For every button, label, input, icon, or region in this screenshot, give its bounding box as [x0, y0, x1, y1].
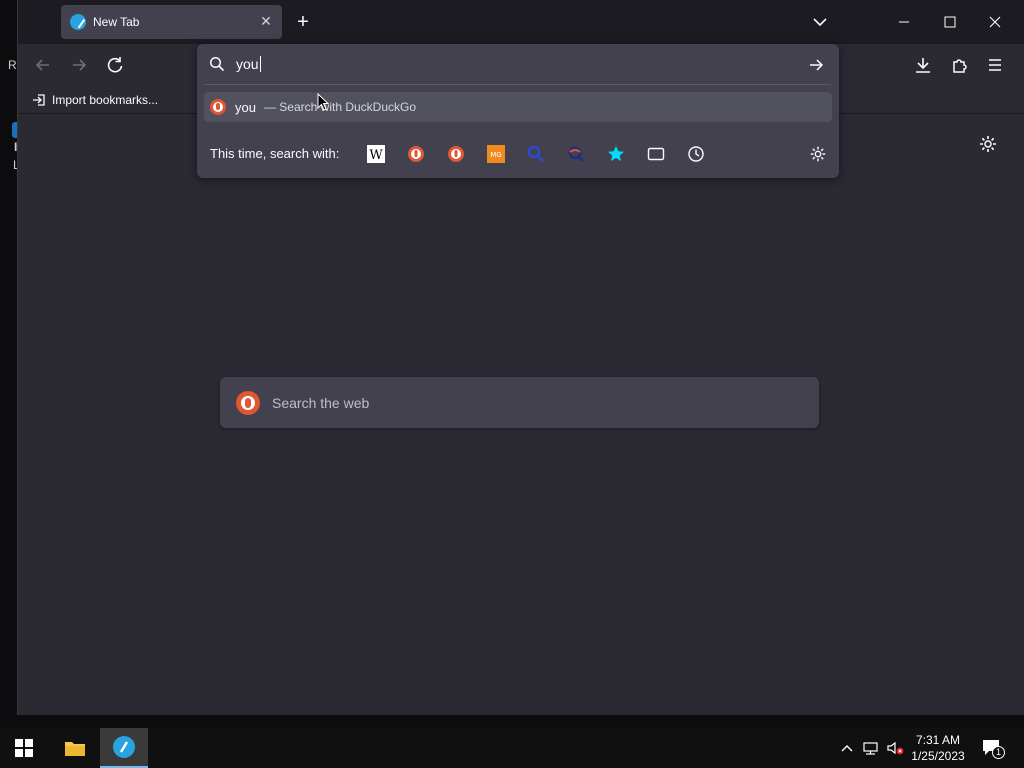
arrow-left-icon: [35, 59, 49, 71]
back-button[interactable]: [31, 53, 55, 77]
close-tab-icon[interactable]: ✕: [258, 13, 274, 29]
wikipedia-icon[interactable]: W: [367, 145, 385, 163]
search-engine-icon[interactable]: [567, 145, 585, 163]
browser-logo-icon: [113, 736, 135, 758]
volume-muted-icon[interactable]: [886, 740, 904, 756]
forward-button[interactable]: [67, 53, 91, 77]
personalize-new-tab-button[interactable]: [978, 134, 998, 154]
extensions-button[interactable]: [948, 53, 972, 77]
address-bar-dropdown: you you — Search with DuckDuckGo This ti…: [197, 44, 839, 178]
minimize-button[interactable]: [889, 8, 919, 36]
text-caret: [259, 56, 261, 72]
suggestion-action: — Search with DuckDuckGo: [263, 100, 417, 114]
show-hidden-icons-chevron-up-icon[interactable]: [838, 740, 856, 756]
desktop-edge-text: R: [8, 58, 17, 72]
search-suggestion-row[interactable]: you — Search with DuckDuckGo: [204, 92, 832, 122]
duckduckgo-icon: [236, 390, 260, 415]
reload-icon: [107, 57, 123, 73]
import-bookmarks-label: Import bookmarks...: [52, 93, 159, 107]
arrow-right-icon: [73, 59, 87, 71]
reload-button[interactable]: [103, 53, 127, 77]
address-bar-text: you: [236, 56, 261, 72]
suggestion-query: you: [235, 99, 256, 115]
hamburger-menu-icon: [989, 59, 1001, 71]
duckduckgo-icon[interactable]: [447, 145, 465, 163]
action-center-button[interactable]: 1: [980, 737, 1005, 759]
search-icon: [209, 56, 225, 72]
go-arrow-icon[interactable]: [807, 56, 825, 74]
tab-strip: New Tab ✕ +: [18, 0, 1024, 44]
new-tab-search-box[interactable]: Search the web: [220, 377, 819, 428]
svg-text:MG: MG: [490, 151, 501, 159]
divider: [205, 84, 831, 85]
network-icon[interactable]: [862, 740, 880, 756]
close-window-button[interactable]: [980, 8, 1010, 36]
folder-icon: [65, 742, 85, 756]
address-bar-value: you: [236, 56, 259, 72]
clock-date: 1/25/2023: [911, 749, 965, 763]
chevron-down-icon: [813, 18, 827, 27]
duckduckgo-icon[interactable]: [407, 145, 425, 163]
new-tab-search-placeholder: Search the web: [272, 394, 370, 411]
desktop-edge: R I L: [0, 0, 20, 716]
maximize-button[interactable]: [935, 8, 965, 36]
taskbar-clock[interactable]: 7:31 AM 1/25/2023: [905, 732, 971, 764]
bookmarks-star-icon[interactable]: [607, 145, 625, 163]
import-icon: [33, 94, 45, 106]
new-tab-page: Search the web: [18, 115, 1024, 715]
tab-title: New Tab: [93, 15, 140, 29]
puzzle-icon: [953, 59, 967, 73]
windows-logo-icon: [15, 739, 33, 757]
search-settings-gear-icon[interactable]: [809, 145, 827, 163]
address-bar-input[interactable]: you: [197, 44, 839, 84]
close-icon: [989, 16, 1001, 28]
download-icon: [916, 58, 930, 73]
mouse-cursor-icon: [317, 93, 329, 111]
tabs-icon[interactable]: [647, 145, 665, 163]
one-off-label: This time, search with:: [210, 146, 340, 161]
app-menu-button[interactable]: [983, 53, 1007, 77]
metager-icon[interactable]: MG: [487, 145, 505, 163]
history-icon[interactable]: [687, 145, 705, 163]
one-off-search-buttons: This time, search with: W MG: [197, 134, 839, 174]
search-engine-icon[interactable]: [527, 145, 545, 163]
duckduckgo-icon: [210, 99, 226, 115]
import-bookmarks-button[interactable]: Import bookmarks...: [31, 91, 158, 109]
start-button[interactable]: [0, 728, 48, 768]
minimize-icon: [899, 21, 909, 23]
notification-count: 1: [992, 746, 1005, 759]
browser-taskbar-button[interactable]: [100, 728, 148, 768]
tab-new-tab[interactable]: New Tab ✕: [61, 5, 282, 39]
browser-logo-icon: [70, 14, 86, 30]
svg-text:W: W: [369, 148, 383, 163]
clock-time: 7:31 AM: [915, 733, 961, 747]
file-explorer-taskbar-button[interactable]: [51, 728, 99, 768]
gear-icon: [980, 136, 996, 152]
new-tab-button[interactable]: +: [292, 11, 314, 33]
maximize-icon: [944, 16, 956, 28]
screen: R I L New Tab ✕ +: [0, 0, 1024, 768]
list-all-tabs-button[interactable]: [809, 11, 831, 33]
downloads-button[interactable]: [911, 53, 935, 77]
taskbar: 7:31 AM 1/25/2023 1: [0, 728, 1024, 768]
